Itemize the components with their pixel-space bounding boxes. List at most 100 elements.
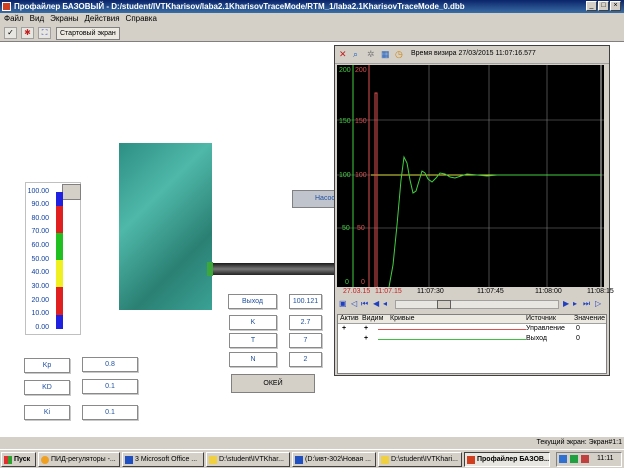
curve-swatch-output xyxy=(378,339,526,340)
statusbar: Текущий экран: Экран#1:1 xyxy=(0,436,624,449)
taskbar-item[interactable]: (D:\ивт-302\Новая ... xyxy=(292,452,376,467)
clock-icon[interactable]: ◷ xyxy=(395,49,405,59)
y-tick-red: 150 xyxy=(355,118,367,125)
save-icon[interactable]: ▣ xyxy=(339,299,347,308)
menu-actions[interactable]: Действия xyxy=(84,13,119,25)
trace-scrollbar[interactable]: ▣ ◁ ⏮ ◀ ◂ ▶ ▸ ⏭ ▷ xyxy=(337,299,607,310)
kd-input[interactable]: 0.1 xyxy=(82,379,138,394)
browser-icon xyxy=(41,456,49,464)
gauge-label: 30.00 xyxy=(31,283,49,290)
kp-label: Kp xyxy=(24,358,70,373)
y-tick-red: 0 xyxy=(361,279,365,286)
column-header[interactable]: Актив xyxy=(340,315,359,322)
visible-toggle[interactable]: + xyxy=(364,335,368,342)
y-tick-red: 50 xyxy=(357,225,365,232)
current-screen: Текущий экран: Экран#1:1 xyxy=(536,439,623,446)
control-curve xyxy=(374,92,378,287)
step-forward-icon[interactable]: ▸ xyxy=(573,299,577,308)
pump-label: Насос xyxy=(315,195,335,202)
first-icon[interactable]: ⏮ xyxy=(361,299,368,309)
curve-table: Актив Видим Кривые Источник Значение + +… xyxy=(337,314,607,374)
prev-icon[interactable]: ◀ xyxy=(373,299,379,308)
antivirus-icon[interactable] xyxy=(570,455,578,463)
start-screen-button[interactable]: Стартовый экран xyxy=(56,27,120,40)
curve-swatch-control xyxy=(378,329,526,330)
taskbar-item[interactable]: D:\student\IVTKhar... xyxy=(206,452,290,467)
menubar: Файл Вид Экраны Действия Справка xyxy=(0,13,624,25)
trace-window: ✕ ⌕ ✲ ▦ ◷ Время визира 27/03/2015 11:07:… xyxy=(334,45,614,376)
x-tick: 11:07:30 xyxy=(417,288,444,295)
column-header[interactable]: Источник xyxy=(526,315,556,322)
cursor-time: Время визира 27/03/2015 11:07:16.577 xyxy=(411,50,536,57)
x-tick: 11:07:45 xyxy=(477,288,504,295)
trace-toolbar: ✕ ⌕ ✲ ▦ ◷ Время визира 27/03/2015 11:07:… xyxy=(335,46,609,64)
x-tick: 11:08:00 xyxy=(535,288,562,295)
column-header[interactable]: Значение xyxy=(574,315,605,322)
close-button[interactable]: × xyxy=(610,1,621,11)
play-icon[interactable]: ▷ xyxy=(595,299,601,308)
y-tick: 100 xyxy=(339,172,351,179)
taskbar-item[interactable]: D:\student\IVTKhari... xyxy=(378,452,462,467)
window-title: Профайлер БАЗОВЫЙ - D:/student/IVTKharis… xyxy=(14,2,465,11)
zoom-icon[interactable]: ⌕ xyxy=(353,49,363,59)
column-header[interactable]: Кривые xyxy=(390,315,415,322)
run-icon[interactable]: ✱ xyxy=(21,27,34,39)
start-date: 27.03.15 xyxy=(343,288,371,295)
rewind-icon[interactable]: ◁ xyxy=(351,299,357,308)
gauge-label: 100.00 xyxy=(27,188,49,195)
gauge-slider-handle[interactable] xyxy=(62,184,81,200)
n-label: N xyxy=(229,352,277,367)
minimize-button[interactable]: _ xyxy=(586,1,597,11)
output-label: Выход xyxy=(228,294,277,309)
output-curve xyxy=(388,155,601,287)
tray-icon[interactable] xyxy=(581,455,589,463)
fit-icon[interactable]: ⛶ xyxy=(38,27,51,39)
start-button[interactable]: Пуск xyxy=(1,452,36,467)
taskbar-item[interactable]: 3 Microsoft Office ... xyxy=(122,452,204,467)
curve-source: Выход xyxy=(526,335,547,342)
app-icon xyxy=(2,2,11,11)
trace-plot[interactable]: 200 150 100 50 0 200 150 100 50 0 xyxy=(337,65,604,287)
active-toggle[interactable]: + xyxy=(342,325,346,332)
time-axis: 27.03.15 11:07.15 11:07:30 11:07:45 11:0… xyxy=(337,287,614,298)
t-input[interactable]: 7 xyxy=(289,333,322,348)
ok-button[interactable]: ОКЕЙ xyxy=(231,374,315,393)
word-icon xyxy=(295,456,303,464)
menu-screens[interactable]: Экраны xyxy=(50,13,78,25)
step-back-icon[interactable]: ◂ xyxy=(383,299,387,308)
maximize-button[interactable]: □ xyxy=(598,1,609,11)
taskbar-item-active[interactable]: Профайлер БАЗОВ... xyxy=(464,452,550,467)
y-tick: 150 xyxy=(339,118,351,125)
scroll-thumb[interactable] xyxy=(437,300,451,309)
kp-input[interactable]: 0.8 xyxy=(82,357,138,372)
y-tick: 50 xyxy=(342,225,350,232)
gauge-label: 70.00 xyxy=(31,228,49,235)
pump-button[interactable]: Насос xyxy=(292,190,336,208)
network-icon[interactable] xyxy=(559,455,567,463)
gauge-label: 90.00 xyxy=(31,201,49,208)
delete-icon[interactable]: ✕ xyxy=(339,49,349,59)
windows-icon xyxy=(4,456,12,464)
last-icon[interactable]: ⏭ xyxy=(583,299,590,309)
gauge-label: 80.00 xyxy=(31,215,49,222)
menu-file[interactable]: Файл xyxy=(4,13,24,25)
window-titlebar: Профайлер БАЗОВЫЙ - D:/student/IVTKharis… xyxy=(0,0,624,13)
ki-input[interactable]: 0.1 xyxy=(82,405,138,420)
next-icon[interactable]: ▶ xyxy=(563,299,569,308)
folder-icon xyxy=(209,456,217,464)
visible-toggle[interactable]: + xyxy=(364,325,368,332)
n-input[interactable]: 2 xyxy=(289,352,322,367)
menu-help[interactable]: Справка xyxy=(126,13,157,25)
curve-value: 0 xyxy=(576,325,580,332)
grid-icon[interactable]: ▦ xyxy=(381,49,391,59)
check-icon[interactable]: ✓ xyxy=(4,27,17,39)
kd-label: KD xyxy=(24,380,70,395)
scroll-track[interactable] xyxy=(395,300,559,309)
t-label: T xyxy=(229,333,277,348)
column-header[interactable]: Видим xyxy=(362,315,383,322)
gauge-label: 50.00 xyxy=(31,256,49,263)
settings-icon[interactable]: ✲ xyxy=(367,49,377,59)
k-input[interactable]: 2.7 xyxy=(289,315,322,330)
menu-view[interactable]: Вид xyxy=(30,13,44,25)
taskbar-item[interactable]: ПИД-регуляторы -... xyxy=(38,452,120,467)
